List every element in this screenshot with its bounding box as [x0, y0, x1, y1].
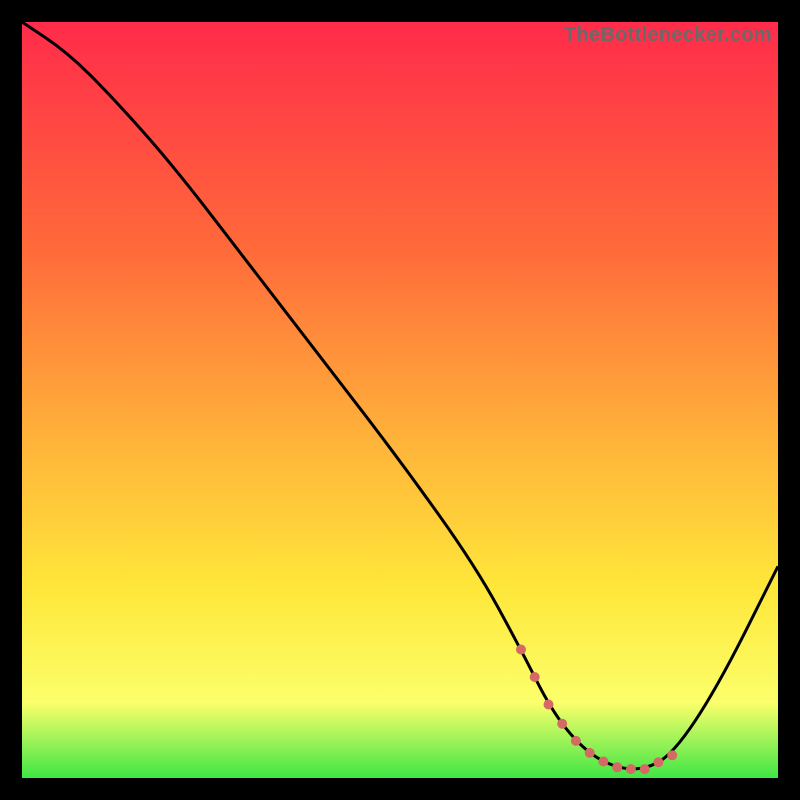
optimal-dot [544, 700, 554, 710]
chart-frame: TheBottlenecker.com [22, 22, 778, 778]
optimal-dot [530, 672, 540, 682]
optimal-dot [557, 719, 567, 729]
optimal-dot [653, 757, 663, 767]
optimal-dot [667, 750, 677, 760]
watermark-text: TheBottlenecker.com [564, 24, 772, 47]
optimal-dot [571, 736, 581, 746]
optimal-dot [598, 757, 608, 767]
optimal-dot [626, 764, 636, 774]
optimal-dot [516, 645, 526, 655]
gradient-bg [22, 22, 778, 778]
chart-svg [22, 22, 778, 778]
optimal-dot [640, 764, 650, 774]
optimal-dot [612, 762, 622, 772]
optimal-dot [585, 748, 595, 758]
